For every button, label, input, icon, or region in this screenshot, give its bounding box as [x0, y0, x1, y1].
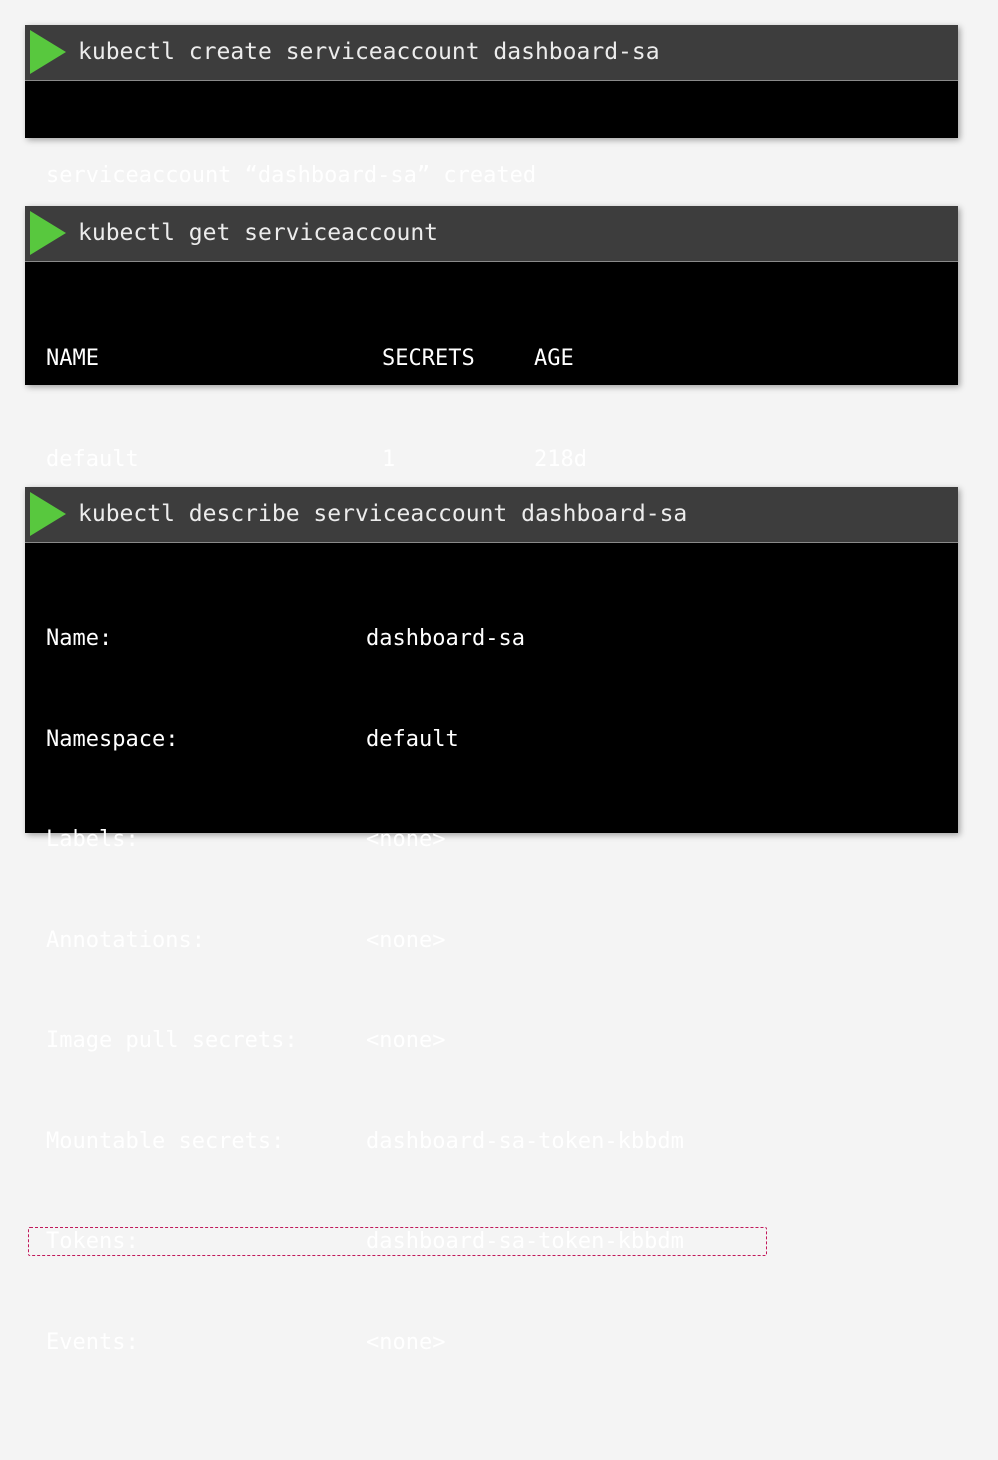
command-output: Name: dashboard-sa Namespace: default La…: [25, 543, 958, 1355]
play-icon: [30, 30, 66, 74]
field-row: Mountable secrets: dashboard-sa-token-kb…: [25, 1125, 958, 1159]
table-header-row: NAME SECRETS AGE: [25, 342, 958, 376]
terminal-block-describe: kubectl describe serviceaccount dashboar…: [25, 487, 958, 1355]
output-line: serviceaccount “dashboard-sa” created: [25, 159, 958, 193]
play-icon: [30, 492, 66, 536]
command-bar: kubectl describe serviceaccount dashboar…: [25, 487, 958, 543]
field-value: default: [366, 726, 459, 752]
field-key: Tokens:: [46, 1229, 139, 1254]
field-key: Events:: [46, 1329, 139, 1355]
field-key: Labels:: [46, 827, 139, 852]
command-text: kubectl get serviceaccount: [78, 220, 439, 246]
cell-name: default: [46, 446, 139, 472]
field-row: Labels: <none>: [25, 823, 958, 857]
field-value: dashboard-sa-token-kbbdm: [366, 1229, 684, 1254]
field-value: dashboard-sa: [366, 626, 525, 651]
field-key: Annotations:: [46, 927, 205, 953]
field-key: Mountable secrets:: [46, 1128, 285, 1154]
table-row: default 1 218d: [25, 443, 958, 477]
field-row: Events: <none>: [25, 1326, 958, 1360]
field-row: Name: dashboard-sa: [25, 622, 958, 656]
command-bar: kubectl get serviceaccount: [25, 206, 958, 262]
cell-secrets: 1: [382, 446, 396, 472]
field-row: Namespace: default: [25, 723, 958, 757]
field-value: dashboard-sa-token-kbbdm: [366, 1128, 684, 1154]
field-row-highlighted: Tokens: dashboard-sa-token-kbbdm: [25, 1225, 958, 1259]
command-bar: kubectl create serviceaccount dashboard-…: [25, 25, 958, 81]
command-text: kubectl create serviceaccount dashboard-…: [78, 39, 660, 65]
field-key: Image pull secrets:: [46, 1028, 298, 1053]
terminal-block-create: kubectl create serviceaccount dashboard-…: [25, 25, 958, 188]
field-key: Namespace:: [46, 726, 179, 752]
field-row: Image pull secrets: <none>: [25, 1024, 958, 1058]
field-value: <none>: [366, 1028, 446, 1053]
field-value: <none>: [366, 827, 446, 852]
command-text: kubectl describe serviceaccount dashboar…: [78, 501, 688, 527]
column-header-name: NAME: [46, 346, 99, 371]
column-header-secrets: SECRETS: [382, 346, 475, 371]
field-value: <none>: [366, 1329, 446, 1355]
play-icon: [30, 211, 66, 255]
command-output: serviceaccount “dashboard-sa” created: [25, 81, 958, 188]
cell-age: 218d: [534, 446, 587, 472]
terminal-block-get: kubectl get serviceaccount NAME SECRETS …: [25, 206, 958, 572]
command-output: NAME SECRETS AGE default 1 218d dashboar…: [25, 262, 958, 572]
field-row: Annotations: <none>: [25, 924, 958, 958]
column-header-age: AGE: [534, 346, 574, 371]
output-text: serviceaccount “dashboard-sa” created: [46, 163, 537, 188]
field-value: <none>: [366, 927, 446, 953]
field-key: Name:: [46, 626, 113, 651]
